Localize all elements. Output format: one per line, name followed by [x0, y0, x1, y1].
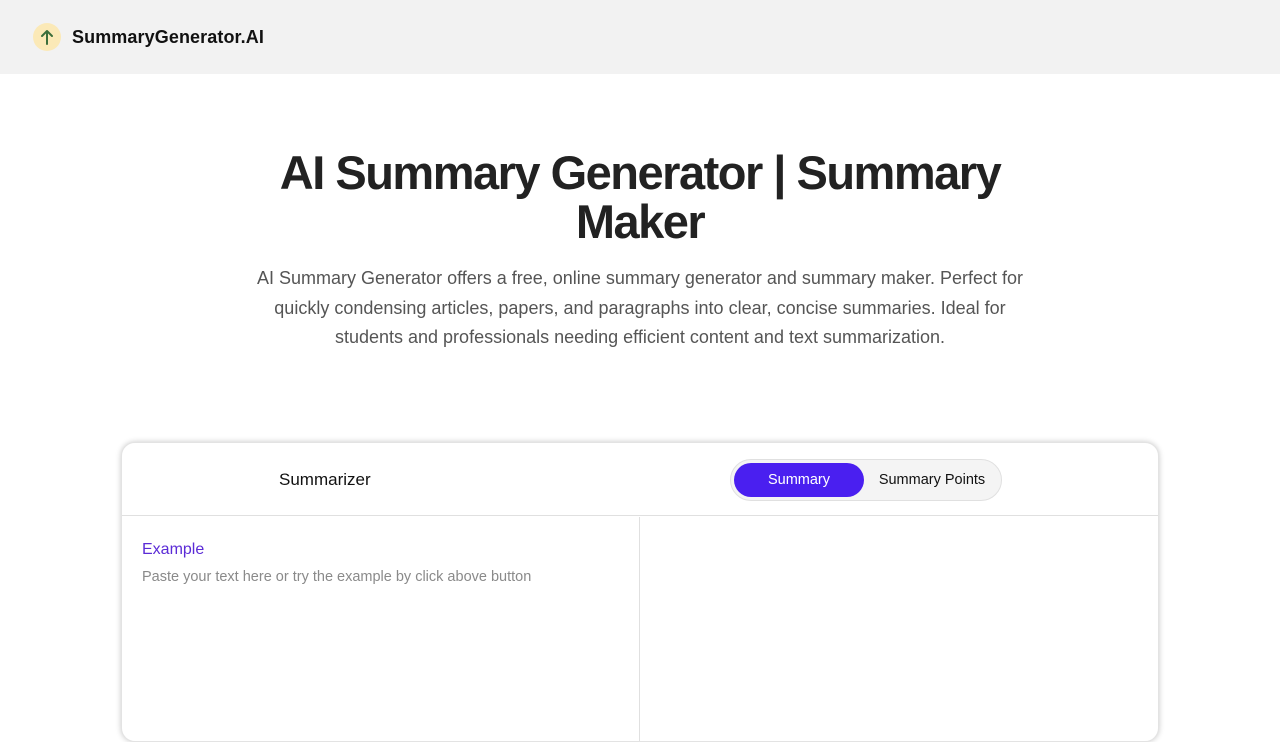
page-description: AI Summary Generator offers a free, onli… — [257, 268, 1023, 347]
example-link[interactable]: Example — [142, 541, 204, 559]
page-title: AI Summary Generator | Summary Maker — [279, 146, 1002, 248]
text-input[interactable] — [142, 569, 622, 739]
input-pane: Example — [122, 517, 640, 741]
summarizer-card: Summarizer Summary Summary Points Exampl… — [121, 442, 1159, 742]
mode-toggle: Summary Summary Points — [730, 459, 1002, 501]
output-pane — [641, 517, 1158, 741]
summarizer-header: Summarizer Summary Summary Points — [122, 443, 1158, 516]
summary-mode-button[interactable]: Summary — [734, 463, 864, 497]
upload-arrow-icon[interactable] — [33, 23, 61, 51]
summarizer-title: Summarizer — [279, 470, 371, 489]
summary-points-mode-button[interactable]: Summary Points — [866, 463, 998, 497]
top-navbar: SummaryGenerator.AI — [0, 0, 1280, 74]
summarizer-panes: Example — [122, 517, 1158, 741]
brand-name[interactable]: SummaryGenerator.AI — [72, 27, 264, 48]
hero-section: AI Summary Generator | Summary Maker AI … — [0, 148, 1280, 353]
